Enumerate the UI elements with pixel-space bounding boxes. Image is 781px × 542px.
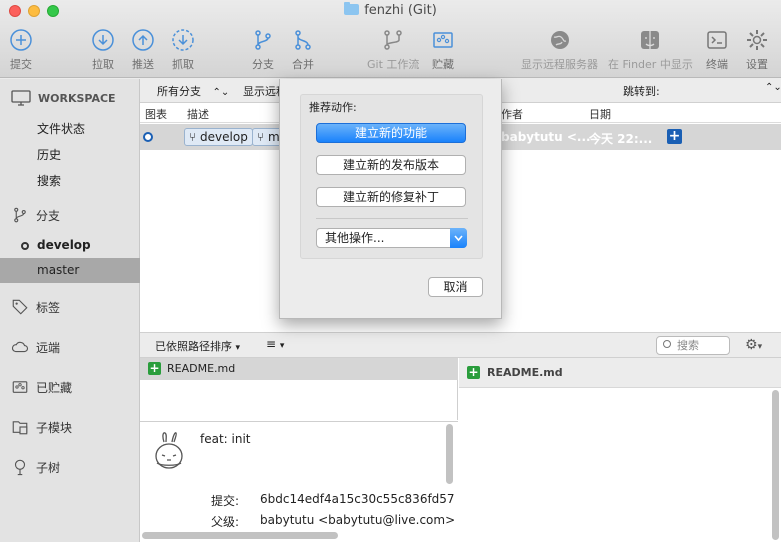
- parent-label: 父级:: [211, 515, 240, 529]
- sidebar-branch-master[interactable]: master: [0, 258, 140, 283]
- chevron-down-icon: ▾: [279, 341, 285, 351]
- globe-icon: [550, 31, 569, 49]
- pull-button[interactable]: 拉取: [91, 28, 115, 72]
- col-graph[interactable]: 图表: [145, 106, 167, 122]
- cloud-icon: [11, 341, 28, 353]
- commit-node-icon: [143, 132, 153, 142]
- gear-icon[interactable]: ⚙▾: [745, 337, 762, 353]
- list-view-select[interactable]: ≡ ▾: [266, 337, 284, 351]
- sheet-title: 推荐动作:: [309, 101, 357, 114]
- subtree-icon: [14, 459, 26, 476]
- commit-author: babytutu <...: [501, 130, 591, 144]
- title-toolbar: fenzhi (Git) 提交 拉取 推送 抓取 分支 合并 Git 工作流 贮…: [0, 0, 781, 78]
- terminal-button[interactable]: 终端: [705, 28, 729, 72]
- added-icon: +: [467, 365, 480, 379]
- branch-tag-develop: ⑂ develop: [184, 128, 253, 146]
- diff-scrollbar[interactable]: [772, 390, 779, 540]
- sidebar-remotes-header[interactable]: 远端: [11, 338, 60, 356]
- diff-pane: + README.md: [459, 358, 781, 542]
- commit-detail-scrollbar[interactable]: [446, 424, 453, 484]
- sidebar-item-search[interactable]: 搜索: [37, 172, 61, 189]
- commit-hash: 6bdc14edf4a15c30c55c836fd57: [260, 492, 455, 506]
- col-description[interactable]: 描述: [187, 106, 209, 122]
- commit-message: feat: init: [200, 432, 251, 446]
- updown-chevron-icon: ⌃⌄: [212, 87, 230, 98]
- cancel-button[interactable]: 取消: [428, 277, 483, 297]
- commit-label: 提交:: [211, 494, 240, 508]
- show-in-finder-button[interactable]: 在 Finder 中显示: [608, 28, 693, 72]
- gitflow-sheet: 推荐动作: 建立新的功能 建立新的发布版本 建立新的修复补丁 其他操作... 取…: [279, 79, 502, 319]
- other-actions-select[interactable]: 其他操作...: [316, 228, 467, 248]
- settings-button[interactable]: 设置: [745, 28, 769, 72]
- sort-select[interactable]: 已依照路径排序 ▾: [155, 338, 240, 354]
- all-branches-select[interactable]: 所有分支 ⌃⌄: [157, 83, 229, 99]
- merge-icon: [295, 30, 311, 50]
- arrow-up-circle-icon: [132, 29, 154, 51]
- tag-icon: [12, 299, 28, 315]
- fetch-button[interactable]: 抓取: [171, 28, 195, 72]
- sidebar: WORKSPACE 文件状态 历史 搜索 分支 develop master 标…: [0, 79, 140, 542]
- sidebar-submodules-header[interactable]: 子模块: [11, 418, 72, 436]
- search-icon: [663, 340, 671, 348]
- updown-chevron-icon[interactable]: ⌃⌄: [765, 82, 781, 93]
- stash-icon: [12, 381, 28, 393]
- parent-value: babytutu <babytutu@live.com>: [260, 513, 456, 527]
- terminal-icon: [707, 31, 727, 49]
- arrow-down-circle-icon: [92, 29, 114, 51]
- stash-icon: [433, 32, 453, 48]
- branch-button[interactable]: 分支: [251, 28, 275, 72]
- sidebar-item-file-status[interactable]: 文件状态: [37, 120, 85, 137]
- window-title: fenzhi (Git): [0, 2, 781, 18]
- col-date[interactable]: 日期: [589, 106, 611, 122]
- branch-icon: [255, 30, 271, 50]
- new-feature-button[interactable]: 建立新的功能: [316, 123, 466, 143]
- commit-detail-hscrollbar[interactable]: [142, 532, 338, 539]
- submodule-icon: [12, 421, 28, 435]
- list-icon: ≡: [266, 337, 277, 351]
- folder-icon: [344, 2, 360, 15]
- gitflow-icon: [384, 30, 402, 50]
- new-hotfix-button[interactable]: 建立新的修复补丁: [316, 187, 466, 207]
- gear-icon: [747, 30, 767, 50]
- divider: [316, 218, 468, 219]
- col-author[interactable]: 作者: [501, 106, 523, 122]
- sidebar-branch-develop[interactable]: develop: [0, 233, 140, 258]
- file-list-toolbar: 已依照路径排序 ▾ ≡ ▾ 搜索 ⚙▾: [140, 332, 781, 358]
- sidebar-branches-header[interactable]: 分支: [11, 206, 60, 224]
- added-icon: +: [148, 361, 161, 375]
- current-branch-icon: [21, 242, 29, 250]
- sidebar-item-history[interactable]: 历史: [37, 146, 61, 163]
- commit-date: 今天 22:...: [589, 132, 653, 146]
- diff-file-header: + README.md: [459, 358, 781, 388]
- commit-detail: feat: init 提交: 6bdc14edf4a15c30c55c836fd…: [140, 421, 458, 542]
- plus-circle-icon: [10, 29, 32, 51]
- plus-icon[interactable]: +: [667, 129, 682, 144]
- sidebar-stashes-header[interactable]: 已贮藏: [11, 378, 72, 396]
- chevron-down-icon: ▾: [235, 343, 241, 353]
- merge-button[interactable]: 合并: [291, 28, 315, 72]
- monitor-icon: [11, 90, 31, 106]
- recommended-actions-box: 推荐动作: 建立新的功能 建立新的发布版本 建立新的修复补丁 其他操作...: [300, 94, 483, 259]
- sidebar-subtrees-header[interactable]: 子树: [11, 458, 60, 476]
- list-item[interactable]: + README.md: [140, 358, 458, 380]
- show-remote-button[interactable]: 显示远程服务器: [521, 28, 598, 72]
- sidebar-tags-header[interactable]: 标签: [11, 298, 60, 316]
- stash-button[interactable]: 贮藏: [431, 28, 455, 72]
- push-button[interactable]: 推送: [131, 28, 155, 72]
- file-list: + README.md: [140, 358, 458, 420]
- avatar: [155, 432, 183, 469]
- finder-icon: [641, 31, 660, 49]
- new-release-button[interactable]: 建立新的发布版本: [316, 155, 466, 175]
- chevron-down-icon: [450, 228, 467, 248]
- search-input[interactable]: 搜索: [656, 336, 730, 355]
- branch-icon: ⑂: [257, 130, 265, 144]
- commit-button[interactable]: 提交: [9, 28, 33, 72]
- branch-icon: [14, 207, 26, 223]
- sidebar-workspace-header[interactable]: WORKSPACE: [11, 90, 116, 106]
- fetch-circle-icon: [172, 29, 194, 51]
- branch-icon: ⑂: [189, 130, 197, 144]
- jump-to-label: 跳转到:: [623, 85, 660, 98]
- gitflow-button[interactable]: Git 工作流: [367, 28, 419, 72]
